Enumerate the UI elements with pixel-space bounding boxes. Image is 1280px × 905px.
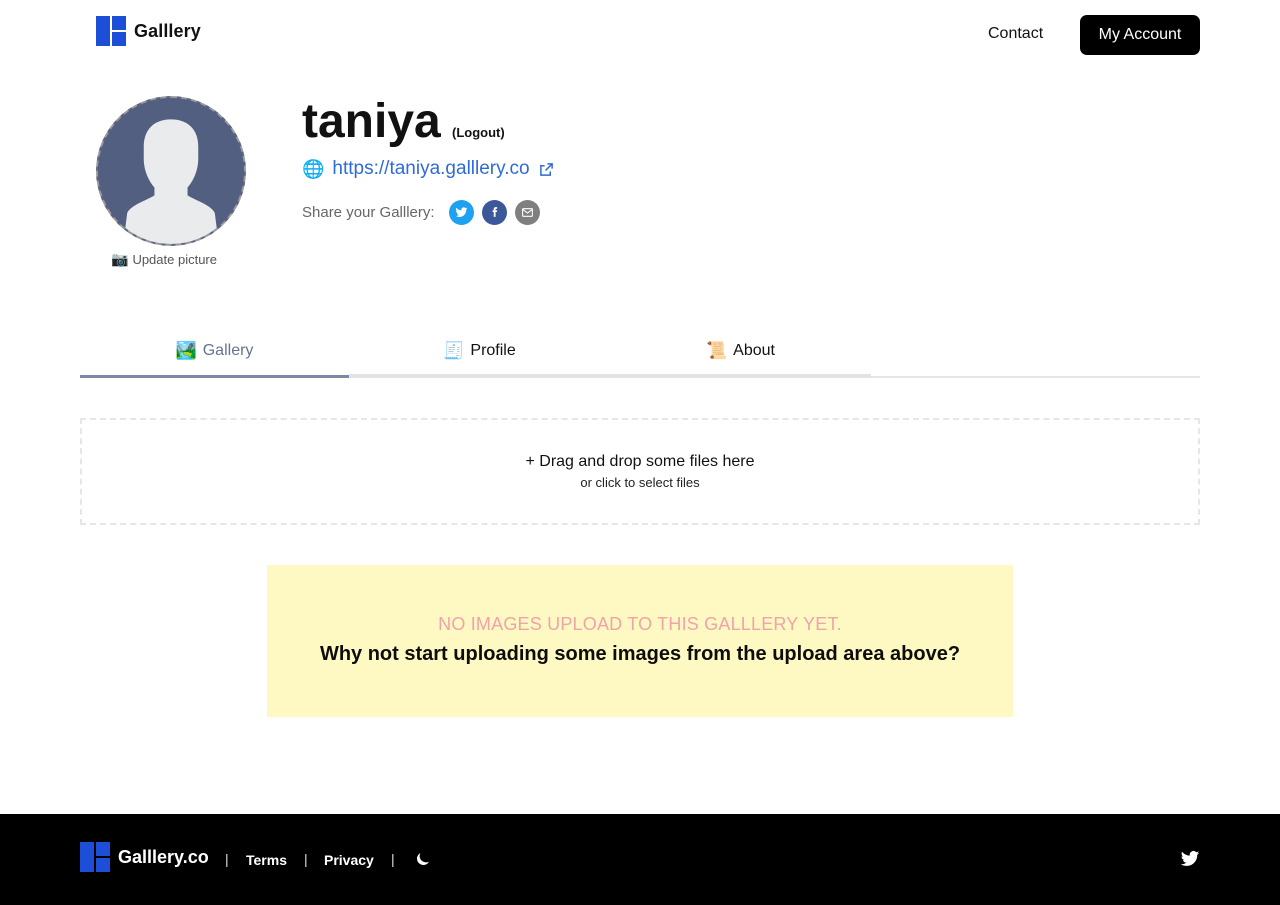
logout-link[interactable]: (Logout) <box>452 125 505 140</box>
twitter-share-button[interactable] <box>448 200 474 225</box>
top-header: Galllery Contact My Account <box>0 0 1280 70</box>
galllery-logo-icon <box>80 842 110 872</box>
document-icon: 🧾 <box>443 341 465 360</box>
globe-icon: 🌐 <box>302 158 325 179</box>
tab-gallery-label: Gallery <box>202 342 254 359</box>
email-share-button[interactable] <box>514 200 540 225</box>
footer-logo-link[interactable]: Galllery.co <box>80 842 209 872</box>
scroll-icon: 📜 <box>706 341 728 360</box>
logo-link[interactable]: Galllery <box>96 16 201 46</box>
tab-profile-underline <box>349 374 610 378</box>
tab-profile-label: Profile <box>470 342 516 359</box>
facebook-icon <box>492 207 497 217</box>
profile-tabs: 🏞️ Gallery 🧾 Profile 📜 About <box>80 326 1200 378</box>
my-account-button[interactable]: My Account <box>1080 15 1200 55</box>
footer-separator: | <box>304 851 308 867</box>
footer-privacy-link[interactable]: Privacy <box>324 852 374 868</box>
dropzone-sub-text: or click to select files <box>580 475 700 490</box>
share-row: Share your Galllery: <box>302 200 540 225</box>
notice-title: NO IMAGES UPLOAD TO THIS GALLLERY YET. <box>438 614 842 634</box>
contact-link[interactable]: Contact <box>988 25 1043 43</box>
default-avatar-icon <box>98 98 244 244</box>
footer-terms-link[interactable]: Terms <box>246 852 287 868</box>
landscape-picture-icon: 🏞️ <box>175 341 197 360</box>
tab-about[interactable]: 📜 About <box>610 326 871 378</box>
email-icon <box>521 208 533 217</box>
footer-logo-text: Galllery.co <box>118 846 209 867</box>
file-upload-dropzone[interactable]: + Drag and drop some files here or click… <box>80 418 1200 525</box>
tab-about-underline <box>610 374 871 378</box>
galllery-logo-icon <box>96 16 126 46</box>
tab-about-label: About <box>733 342 775 359</box>
share-label: Share your Galllery: <box>302 204 435 221</box>
external-link-icon[interactable] <box>539 162 554 177</box>
facebook-share-button[interactable] <box>481 200 507 225</box>
empty-gallery-notice: NO IMAGES UPLOAD TO THIS GALLLERY YET. W… <box>267 565 1013 717</box>
tab-gallery[interactable]: 🏞️ Gallery <box>80 326 349 378</box>
footer-separator: | <box>225 851 229 867</box>
update-picture-link[interactable]: 📷 Update picture <box>111 251 217 268</box>
footer-separator: | <box>391 851 395 867</box>
dropzone-main-text: + Drag and drop some files here <box>525 453 755 470</box>
footer: Galllery.co | Terms | Privacy | <box>0 814 1280 905</box>
footer-twitter-icon[interactable] <box>1180 850 1200 868</box>
camera-icon: 📷 <box>111 251 129 267</box>
site-url-link[interactable]: https://taniya.galllery.co <box>332 158 529 180</box>
update-picture-label: Update picture <box>132 252 217 267</box>
site-url-row: 🌐 https://taniya.galllery.co <box>302 158 554 180</box>
notice-text: Why not start uploading some images from… <box>319 643 961 665</box>
tab-gallery-underline <box>80 375 349 378</box>
dark-mode-moon-icon[interactable] <box>414 850 432 868</box>
tab-profile[interactable]: 🧾 Profile <box>349 326 610 378</box>
twitter-icon <box>455 207 468 217</box>
username-heading: taniya <box>302 95 441 148</box>
logo-text: Galllery <box>134 20 201 41</box>
avatar[interactable] <box>96 96 246 246</box>
